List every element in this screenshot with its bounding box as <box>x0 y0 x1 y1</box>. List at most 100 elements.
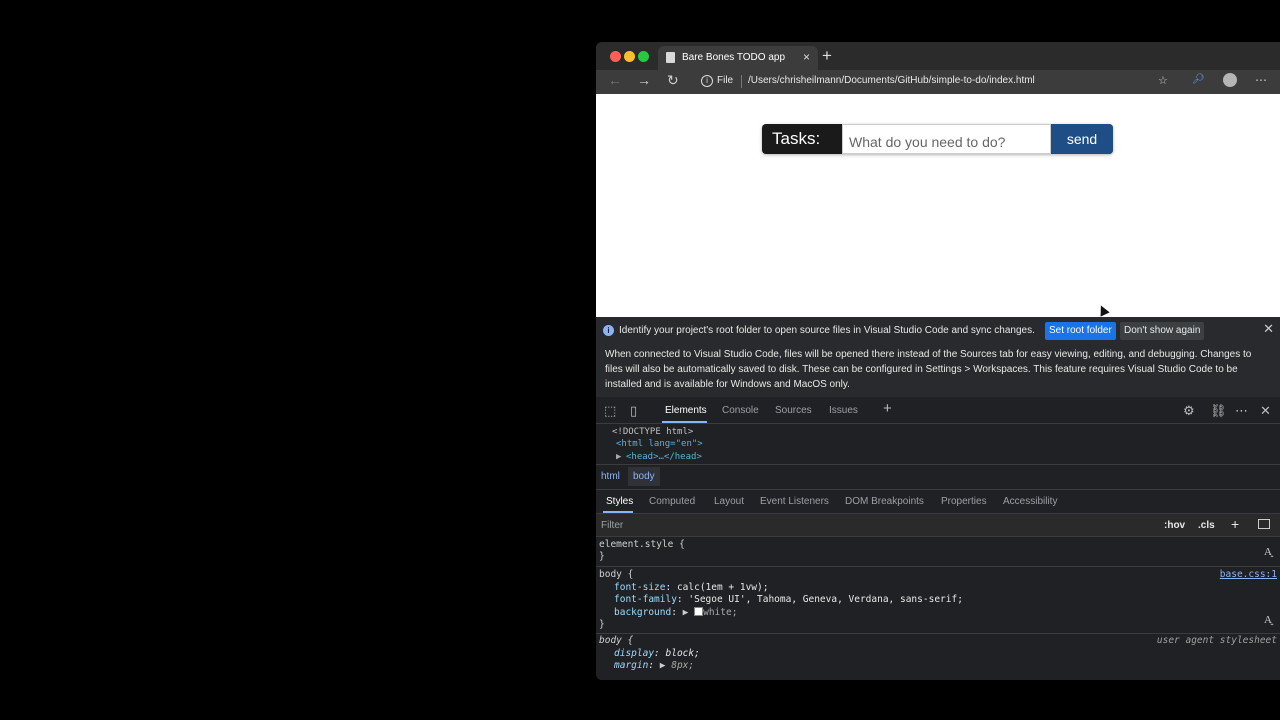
styles-subtabs: Styles Computed Layout Event Listeners D… <box>596 489 1280 514</box>
device-toolbar-icon[interactable]: ▯ <box>630 403 637 419</box>
sidebar-toggle-icon[interactable] <box>1258 519 1270 529</box>
favorites-icon[interactable]: ☆ <box>1158 74 1168 87</box>
more-icon[interactable]: ⋯ <box>1255 73 1267 87</box>
css-property: font-family <box>614 594 677 605</box>
filter-input[interactable]: Filter <box>601 520 623 531</box>
dom-node-html[interactable]: <html lang="en"> <box>616 438 703 451</box>
browser-window: Bare Bones TODO app × + ← → ↻ i File /Us… <box>596 42 1280 680</box>
element-style-selector[interactable]: element.style { <box>599 539 685 552</box>
close-infobar-icon[interactable]: ✕ <box>1263 321 1274 337</box>
connection-icon[interactable]: ⛓ <box>1210 403 1227 419</box>
font-editor-icon[interactable]: A͍ <box>1264 545 1272 559</box>
css-property: font-size <box>614 582 666 593</box>
active-tab-indicator <box>662 421 707 423</box>
styles-filter-bar: Filter :hov .cls + <box>596 514 1280 537</box>
tab-accessibility[interactable]: Accessibility <box>1003 496 1057 507</box>
css-value: calc(1em + 1vw); <box>676 582 769 593</box>
cls-toggle[interactable]: .cls <box>1198 520 1215 531</box>
set-root-folder-button[interactable]: Set root folder <box>1045 322 1116 340</box>
reload-icon[interactable]: ↻ <box>667 72 679 89</box>
browser-toolbar: ← → ↻ i File /Users/chrisheilmann/Docume… <box>596 70 1280 94</box>
extension-icon[interactable]: 🔎︎ <box>1192 74 1205 85</box>
tab-elements[interactable]: Elements <box>665 405 707 416</box>
todo-form: Tasks: send <box>762 124 1113 154</box>
tab-issues[interactable]: Issues <box>829 405 858 416</box>
stylesheet-link[interactable]: base.css:1 <box>1220 569 1277 582</box>
css-declaration[interactable]: font-size: calc(1em + 1vw); <box>614 582 768 595</box>
css-declaration[interactable]: background: ▶ white; <box>614 607 737 620</box>
inspect-icon[interactable]: ⬚ <box>604 403 616 419</box>
breadcrumb-html[interactable]: html <box>601 471 620 482</box>
css-property: background <box>614 607 672 618</box>
profile-icon[interactable] <box>1223 73 1237 87</box>
dom-node-head-label: <head>…</head> <box>626 452 702 462</box>
send-button[interactable]: send <box>1051 124 1113 154</box>
minimize-window-button[interactable] <box>624 51 635 62</box>
address-bar[interactable]: /Users/chrisheilmann/Documents/GitHub/si… <box>748 75 1035 86</box>
close-icon[interactable]: ✕ <box>1260 403 1271 419</box>
protocol-label: File <box>717 75 734 86</box>
page-icon <box>666 52 675 63</box>
expand-arrow-icon[interactable]: ▶ <box>616 451 621 464</box>
tab-layout[interactable]: Layout <box>714 496 744 507</box>
close-tab-icon[interactable]: × <box>803 50 810 64</box>
font-editor-icon[interactable]: A͍ <box>1264 613 1272 627</box>
active-subtab-indicator <box>603 511 633 513</box>
ua-rule-selector: body { <box>599 635 634 646</box>
expand-arrow-icon[interactable]: ▶ <box>683 607 694 618</box>
dom-node-doctype[interactable]: <!DOCTYPE html> <box>612 426 693 439</box>
breadcrumb-body[interactable]: body <box>628 467 660 486</box>
gear-icon[interactable]: ⚙ <box>1183 403 1195 419</box>
css-value: white; <box>703 607 738 618</box>
new-tab-button[interactable]: + <box>822 46 832 66</box>
css-declaration: display: block; <box>614 648 700 659</box>
dont-show-again-button[interactable]: Don't show again <box>1120 322 1205 340</box>
rule-close: } <box>599 551 605 562</box>
new-rule-icon[interactable]: + <box>1231 516 1239 532</box>
breadcrumb: html body <box>596 464 1280 490</box>
forward-icon[interactable]: → <box>637 72 651 88</box>
mouse-cursor-icon <box>1096 303 1110 317</box>
expand-arrow-icon[interactable]: ▶ <box>660 660 671 671</box>
tasks-label: Tasks: <box>772 129 821 148</box>
add-tab-icon[interactable]: + <box>883 400 892 417</box>
tab-dom-breakpoints[interactable]: DOM Breakpoints <box>845 496 924 507</box>
tab-styles[interactable]: Styles <box>606 496 633 507</box>
close-window-button[interactable] <box>610 51 621 62</box>
css-value: block; <box>665 648 700 659</box>
divider <box>596 566 1280 567</box>
infobar-message: Identify your project's root folder to o… <box>619 325 1035 336</box>
tab-sources[interactable]: Sources <box>775 405 812 416</box>
back-icon[interactable]: ← <box>608 72 622 88</box>
css-property: display <box>614 648 655 659</box>
dom-tree: <!DOCTYPE html> <html lang="en"> ▶ <head>… <box>596 424 1280 464</box>
maximize-window-button[interactable] <box>638 51 649 62</box>
infobar-details: When connected to Visual Studio Code, fi… <box>605 349 1252 390</box>
body-rule-selector[interactable]: body { <box>599 569 633 582</box>
tab-computed[interactable]: Computed <box>649 496 695 507</box>
devtools-tabbar: ⬚ ▯ Elements Console Sources Issues + ⚙ … <box>596 397 1280 424</box>
css-property: margin <box>614 660 649 671</box>
page-viewport: Tasks: send <box>596 94 1280 317</box>
tab-title: Bare Bones TODO app <box>682 52 786 63</box>
divider <box>741 75 742 88</box>
dom-node-head[interactable]: ▶ <head>…</head> <box>616 451 702 464</box>
user-agent-label: user agent stylesheet <box>1156 635 1277 646</box>
more-icon[interactable]: ⋯ <box>1235 403 1248 419</box>
info-icon: i <box>603 325 614 336</box>
rule-close: } <box>599 619 605 630</box>
vscode-infobar: i Identify your project's root folder to… <box>596 317 1280 397</box>
tab-event-listeners[interactable]: Event Listeners <box>760 496 829 507</box>
browser-tab[interactable]: Bare Bones TODO app × <box>658 46 818 70</box>
css-declaration[interactable]: font-family: 'Segoe UI', Tahoma, Geneva,… <box>614 594 963 607</box>
css-declaration: margin: ▶ 8px; <box>614 660 695 671</box>
title-bar: Bare Bones TODO app × + <box>596 42 1280 70</box>
css-value: 8px; <box>671 660 695 671</box>
divider <box>596 633 1280 634</box>
color-swatch[interactable] <box>694 607 704 616</box>
hov-toggle[interactable]: :hov <box>1164 520 1185 531</box>
task-input[interactable] <box>842 124 1051 154</box>
tab-console[interactable]: Console <box>722 405 759 416</box>
info-icon[interactable]: i <box>701 75 713 87</box>
tab-properties[interactable]: Properties <box>941 496 987 507</box>
